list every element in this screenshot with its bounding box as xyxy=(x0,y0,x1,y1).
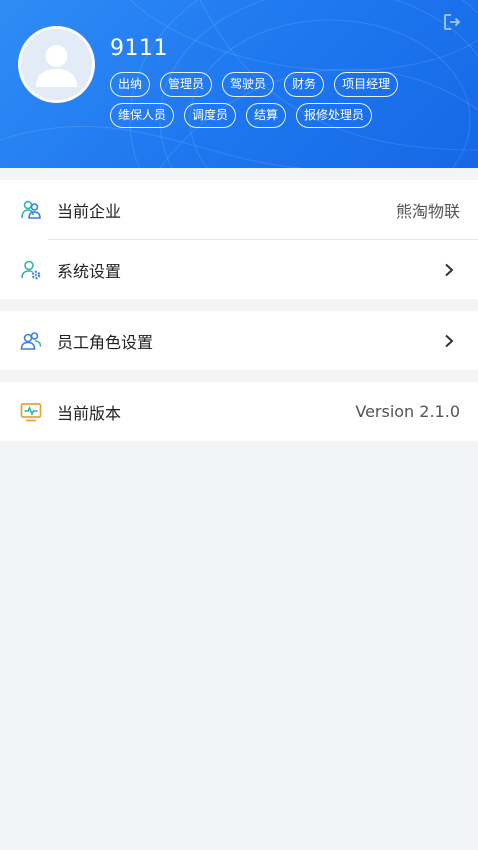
company-settings-card: 当前企业 熊淘物联 系统设置 xyxy=(0,180,478,299)
current-version-row[interactable]: 当前版本 Version 2.1.0 xyxy=(0,382,478,441)
role-tag: 维保人员 xyxy=(110,103,175,128)
users-icon xyxy=(20,330,42,352)
chevron-right-icon xyxy=(445,334,454,347)
chevron-right-icon xyxy=(445,263,454,276)
role-tag: 驾驶员 xyxy=(222,72,275,97)
user-settings-icon xyxy=(20,259,42,281)
role-tag: 调度员 xyxy=(184,103,237,128)
user-avatar-icon[interactable] xyxy=(18,26,95,103)
role-tag: 结算 xyxy=(246,103,287,128)
current-version-label: 当前版本 xyxy=(57,403,122,423)
current-company-value: 熊淘物联 xyxy=(395,201,460,221)
role-settings-card: 员工角色设置 xyxy=(0,311,478,370)
system-settings-row[interactable]: 系统设置 xyxy=(0,240,478,299)
role-tag: 财务 xyxy=(284,72,325,97)
version-card: 当前版本 Version 2.1.0 xyxy=(0,382,478,441)
username: 9111 xyxy=(110,36,168,61)
current-company-row[interactable]: 当前企业 熊淘物联 xyxy=(0,180,478,239)
employee-role-settings-label: 员工角色设置 xyxy=(57,332,154,352)
profile-header: 9111 出纳 管理员 驾驶员 财务 项目经理 维保人员 调度员 结算 报修处理… xyxy=(0,0,478,168)
logout-icon[interactable] xyxy=(442,12,462,32)
monitor-pulse-icon xyxy=(20,401,42,423)
role-tag: 出纳 xyxy=(110,72,151,97)
team-icon xyxy=(20,199,42,221)
current-version-value: Version 2.1.0 xyxy=(355,402,460,421)
current-company-label: 当前企业 xyxy=(57,201,122,221)
system-settings-label: 系统设置 xyxy=(57,261,122,281)
employee-role-settings-row[interactable]: 员工角色设置 xyxy=(0,311,478,370)
role-tags: 出纳 管理员 驾驶员 财务 项目经理 维保人员 调度员 结算 报修处理员 xyxy=(110,72,430,134)
role-tag: 报修处理员 xyxy=(296,103,373,128)
role-tag: 项目经理 xyxy=(334,72,399,97)
role-tag: 管理员 xyxy=(160,72,213,97)
